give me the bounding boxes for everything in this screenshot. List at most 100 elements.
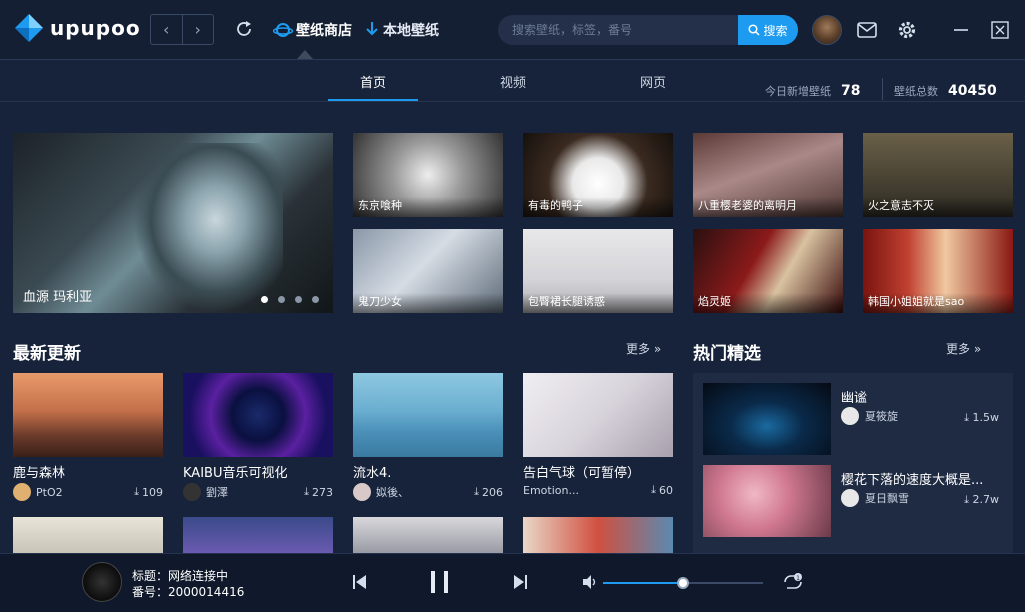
card-title: KAIBU音乐可视化 <box>183 466 288 481</box>
previous-track-icon[interactable] <box>353 574 367 590</box>
wallpaper-card-partial[interactable] <box>523 517 673 553</box>
wallpaper-card[interactable]: 流水4. 姒後、 ⤓ 206 <box>353 373 503 501</box>
search-icon <box>748 24 761 36</box>
hot-author: 夏日飘雪 <box>865 492 909 505</box>
today-new-stat: 今日新增壁纸 78 <box>765 83 860 99</box>
close-icon <box>991 21 1009 39</box>
banner-dot[interactable] <box>295 296 302 303</box>
forward-button[interactable]: › <box>183 15 214 44</box>
album-disc <box>82 562 122 602</box>
tab-web[interactable]: 网页 <box>608 72 698 91</box>
author-avatar <box>353 483 371 501</box>
logo-icon <box>15 14 43 42</box>
wallpaper-card[interactable]: KAIBU音乐可视化 劉澤 ⤓ 273 <box>183 373 333 501</box>
card-downloads: 273 <box>312 485 333 499</box>
card-downloads: 206 <box>482 485 503 499</box>
total-stat: 壁纸总数 40450 <box>894 83 997 99</box>
mail-button[interactable] <box>856 19 878 41</box>
tile-caption: 韩国小姐姐就是sao <box>863 293 1013 313</box>
logo-text: upupoo <box>50 16 141 40</box>
hot-thumbnail <box>703 383 831 455</box>
card-author: PtO2 <box>36 485 63 499</box>
hot-more-label: 更多 <box>946 342 971 356</box>
loop-icon[interactable]: 1 <box>782 573 804 591</box>
pause-icon[interactable] <box>429 569 451 595</box>
wallpaper-tile[interactable]: 火之意志不灭 <box>863 133 1013 217</box>
banner-dot[interactable] <box>278 296 285 303</box>
download-icon: ⤓ <box>651 483 656 496</box>
card-title: 告白气球（可暂停） <box>523 466 641 481</box>
wallpaper-card[interactable]: 鹿与森林 PtO2 ⤓ 109 <box>13 373 163 501</box>
tile-caption: 八重樱老婆的离明月 <box>693 197 843 217</box>
user-avatar[interactable] <box>812 15 842 45</box>
banner-dot[interactable] <box>312 296 319 303</box>
double-chevron-right-icon: » <box>970 342 982 356</box>
latest-more-link[interactable]: 更多 » <box>626 340 661 357</box>
latest-more-label: 更多 <box>626 342 651 356</box>
today-value: 78 <box>841 83 861 99</box>
tile-caption: 焰灵姬 <box>693 293 843 313</box>
tile-caption: 火之意志不灭 <box>863 197 1013 217</box>
author-avatar <box>183 483 201 501</box>
wallpaper-card-partial[interactable] <box>13 517 163 553</box>
title-bar: upupoo ‹ › 壁纸商店 本地壁纸 搜索 <box>0 0 1025 60</box>
wallpaper-tile[interactable]: 焰灵姬 <box>693 229 843 313</box>
featured-banner[interactable]: 血源 玛利亚 <box>13 133 333 313</box>
tab-wallpaper-store[interactable]: 壁纸商店 <box>273 20 352 40</box>
card-downloads: 109 <box>142 485 163 499</box>
volume-knob[interactable] <box>677 577 689 589</box>
card-title: 流水4. <box>353 466 392 481</box>
search-button-label: 搜索 <box>763 23 788 38</box>
hot-picks-panel: 幽谧 夏筱旋 ⤓ 1.5w 樱花下落的速度大概是... 夏日飘雪 ⤓ 2.7w <box>693 373 1013 553</box>
search-button[interactable]: 搜索 <box>738 15 798 45</box>
volume-icon[interactable] <box>582 574 598 590</box>
minimize-button[interactable] <box>950 19 972 41</box>
next-track-icon[interactable] <box>513 574 527 590</box>
hot-downloads: 2.7w <box>972 493 1000 506</box>
banner-pagination <box>261 296 319 303</box>
wallpaper-card-partial[interactable] <box>183 517 333 553</box>
settings-button[interactable] <box>896 19 918 41</box>
tile-caption: 有毒的鸭子 <box>523 197 673 217</box>
hot-item[interactable]: 幽谧 夏筱旋 ⤓ 1.5w <box>703 383 1003 455</box>
tile-caption: 东京喰种 <box>353 197 503 217</box>
tab-store-label: 壁纸商店 <box>296 23 352 39</box>
banner-dot[interactable] <box>261 296 268 303</box>
app-logo[interactable]: upupoo <box>14 13 141 43</box>
total-label: 壁纸总数 <box>894 85 938 98</box>
card-downloads: 60 <box>659 483 673 497</box>
volume-slider[interactable] <box>603 577 763 589</box>
back-button[interactable]: ‹ <box>151 15 183 44</box>
refresh-icon[interactable] <box>233 18 255 40</box>
wallpaper-tile[interactable]: 包臀裙长腿诱惑 <box>523 229 673 313</box>
hot-title: 樱花下落的速度大概是... <box>841 473 984 488</box>
hot-item[interactable]: 樱花下落的速度大概是... 夏日飘雪 ⤓ 2.7w <box>703 465 1003 537</box>
volume-level <box>603 582 683 584</box>
wallpaper-tile[interactable]: 八重樱老婆的离明月 <box>693 133 843 217</box>
search-input[interactable] <box>498 15 738 45</box>
hot-section-title: 热门精选 <box>693 344 761 364</box>
stats-divider <box>882 78 883 100</box>
latest-section-title: 最新更新 <box>13 344 81 364</box>
history-nav: ‹ › <box>150 14 214 45</box>
hot-more-link[interactable]: 更多 » <box>946 340 981 357</box>
close-button[interactable] <box>989 19 1011 41</box>
wallpaper-tile[interactable]: 有毒的鸭子 <box>523 133 673 217</box>
tile-caption: 包臀裙长腿诱惑 <box>523 293 673 313</box>
author-avatar <box>841 407 859 425</box>
author-avatar <box>841 489 859 507</box>
active-tab-caret <box>297 50 313 59</box>
wallpaper-card[interactable]: 告白气球（可暂停） Emotion... ⤓ 60 <box>523 373 673 497</box>
wallpaper-tile[interactable]: 韩国小姐姐就是sao <box>863 229 1013 313</box>
tab-home[interactable]: 首页 <box>328 72 418 91</box>
search-box: 搜索 <box>498 15 798 45</box>
today-label: 今日新增壁纸 <box>765 85 831 98</box>
tab-local-label: 本地壁纸 <box>383 23 439 39</box>
tab-video[interactable]: 视频 <box>468 72 558 91</box>
wallpaper-tile[interactable]: 鬼刀少女 <box>353 229 503 313</box>
download-icon <box>366 22 378 36</box>
wallpaper-tile[interactable]: 东京喰种 <box>353 133 503 217</box>
tab-local-wallpaper[interactable]: 本地壁纸 <box>364 20 439 40</box>
wallpaper-card-partial[interactable] <box>353 517 503 553</box>
download-icon: ⤓ <box>134 485 139 498</box>
